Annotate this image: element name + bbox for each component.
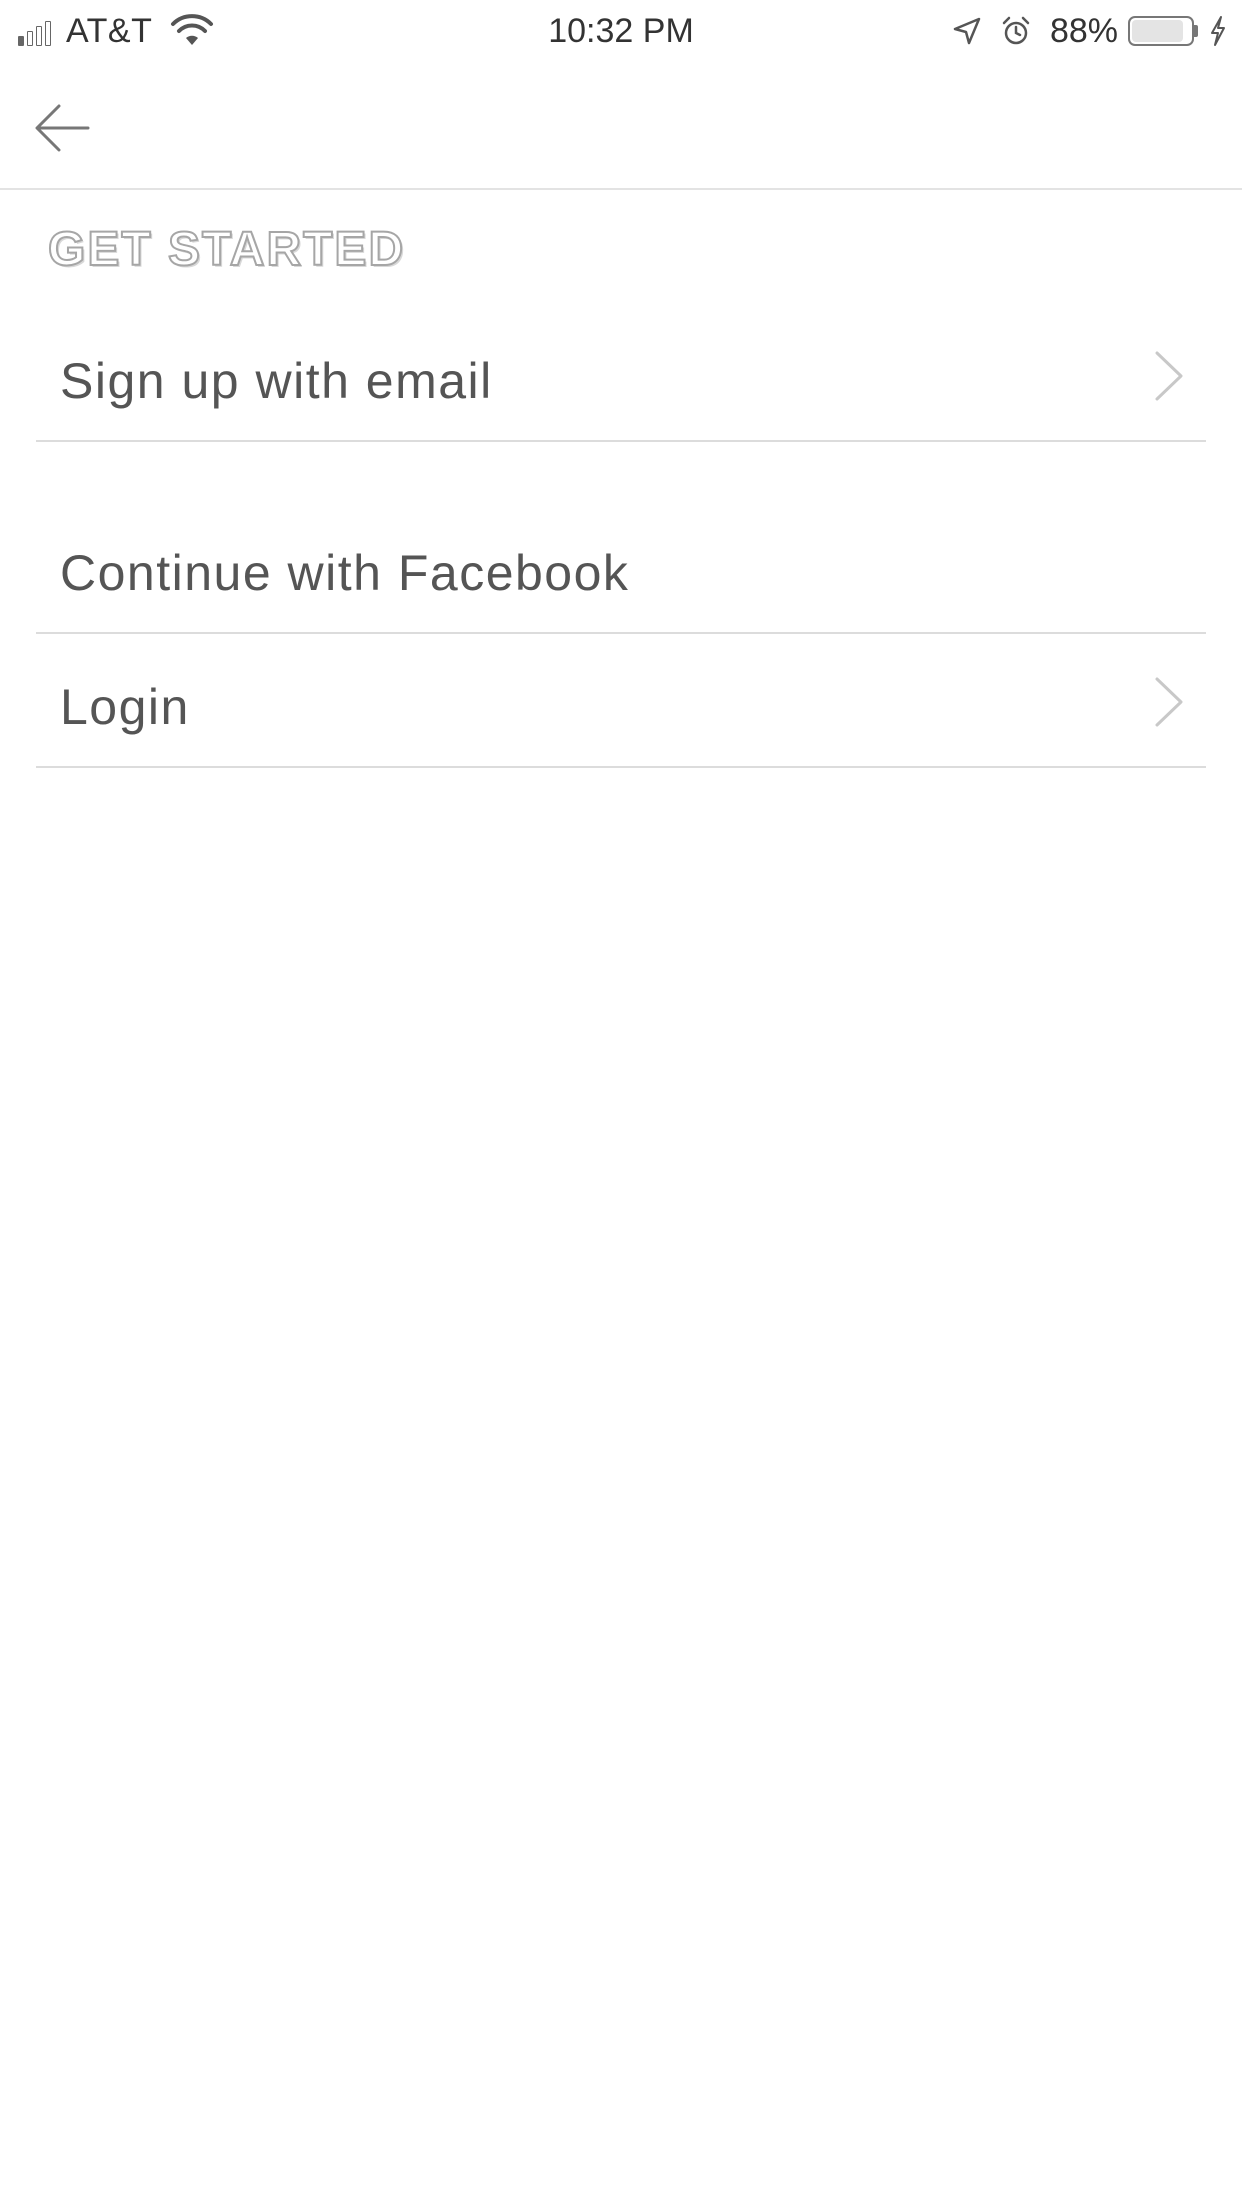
- section-title: GET STARTED: [47, 222, 406, 277]
- arrow-left-icon: [35, 104, 90, 152]
- chevron-right-icon: [1155, 677, 1183, 727]
- chevron-right-icon: [1155, 351, 1183, 401]
- battery-percentage: 88%: [1049, 11, 1118, 50]
- charging-bolt-icon: [1211, 16, 1225, 46]
- continue-with-facebook-row[interactable]: Continue with Facebook: [36, 502, 1206, 634]
- sign-up-with-email-row[interactable]: Sign up with email: [36, 310, 1206, 442]
- battery-level-fill: [1132, 20, 1184, 42]
- status-right: 88%: [952, 8, 1228, 54]
- back-button[interactable]: [28, 94, 96, 162]
- navigation-bar: [0, 62, 1242, 190]
- continue-with-facebook-label: Continue with Facebook: [60, 545, 630, 601]
- location-arrow-icon: [953, 17, 981, 45]
- login-label: Login: [60, 679, 190, 735]
- battery-icon: [1128, 16, 1194, 46]
- battery-tip: [1194, 25, 1198, 37]
- status-bar: AT&T 10:32 PM 88%: [0, 0, 1242, 62]
- login-row[interactable]: Login: [36, 636, 1206, 768]
- sign-up-with-email-label: Sign up with email: [60, 353, 493, 409]
- alarm-clock-icon: [1002, 16, 1030, 45]
